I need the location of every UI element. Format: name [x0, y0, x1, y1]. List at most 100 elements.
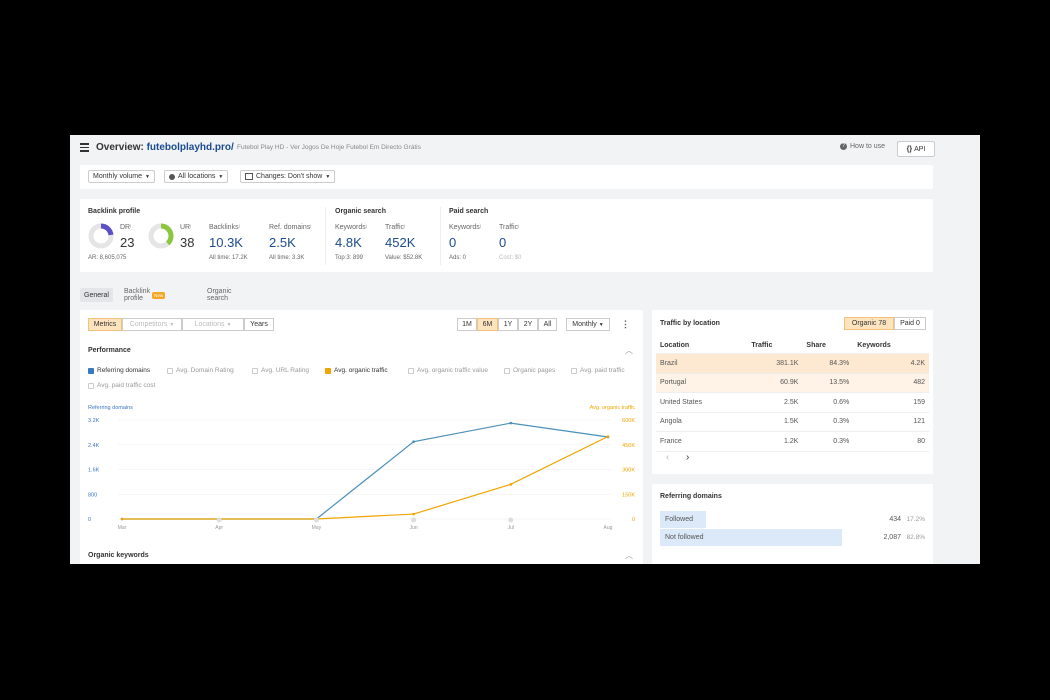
new-badge: New [152, 291, 166, 299]
organic-keywords-value[interactable]: 4.8K [335, 235, 362, 250]
checkbox-box-icon [88, 367, 94, 374]
organic-traffic-value[interactable]: 452K [385, 235, 415, 250]
checkbox-box-icon [167, 367, 173, 374]
volume-dropdown[interactable]: Monthly volume ▼ [88, 170, 155, 183]
page-title: Overview: futebolplayhd.pro/ [96, 142, 234, 153]
cell-keywords: 80 [853, 431, 929, 452]
paid-ads: Ads: 0 [449, 255, 467, 261]
organic-top3: Top 3: 899 [335, 255, 364, 261]
target-domain[interactable]: futebolplayhd.pro/ [147, 142, 234, 153]
table-row[interactable]: Brazil 381.1K 84.3% 4.2K [656, 353, 929, 374]
caret-down-icon: ▼ [325, 173, 331, 180]
checkbox-box-icon [504, 367, 510, 374]
checkbox-avg-url-rating[interactable]: Avg. URL Rating [252, 367, 309, 374]
tab-backlink-profile[interactable]: Backlink profile New [120, 288, 169, 302]
data-point [509, 483, 513, 486]
how-to-use-link[interactable]: ? How to use [840, 143, 885, 150]
location-table: Location Traffic Share Keywords Brazil 38… [656, 337, 929, 452]
competitors-dropdown[interactable]: Competitors ▼ [122, 318, 182, 331]
checkbox-label: Avg. URL Rating [261, 367, 310, 374]
checkbox-referring-domains[interactable]: Referring domains [88, 367, 150, 374]
table-row[interactable]: Angola 1.5K 0.3% 121 [656, 412, 929, 432]
checkbox-avg-paid-traffic-cost[interactable]: Avg. paid traffic cost [88, 382, 155, 389]
page-subtitle: Futebol Play HD - Ver Jogos De Hoje Fute… [237, 144, 421, 151]
prev-page-icon[interactable]: ‹ [666, 452, 669, 463]
referring-domains-panel: Referring domains Followed 434 17.2% Not fo… [652, 484, 933, 564]
tab-organic-search[interactable]: Organic search [203, 288, 236, 302]
chart-toolbar-left: Metrics Competitors ▼ Locations ▼ Years [88, 318, 274, 331]
paid-keywords-label: Keywordsi [449, 224, 481, 231]
cell-traffic: 381.1K [747, 353, 803, 374]
cell-traffic: 60.9K [747, 373, 803, 393]
checkbox-avg-organic-traffic[interactable]: Avg. organic traffic [325, 367, 388, 374]
refdomains-value[interactable]: 2.5K [269, 235, 296, 250]
col-traffic[interactable]: Traffic [747, 337, 803, 354]
col-share[interactable]: Share [802, 337, 854, 354]
x-tick-label: Jun [410, 525, 418, 531]
cell-traffic: 1.5K [747, 412, 803, 432]
table-row[interactable]: Portugal 60.9K 13.5% 482 [656, 373, 929, 393]
refdomains-label: Not followed [665, 534, 704, 541]
interval-dropdown[interactable]: Monthly ▼ [566, 318, 610, 331]
metrics-button[interactable]: Metrics [88, 318, 122, 331]
right-tick-label: 300K [622, 468, 635, 474]
dr-value: 23 [120, 235, 135, 250]
range-all[interactable]: All [538, 318, 557, 331]
calendar-icon [245, 173, 253, 180]
checkbox-avg-paid-traffic[interactable]: Avg. paid traffic [571, 367, 625, 374]
table-header-row: Location Traffic Share Keywords [656, 337, 929, 354]
backlinks-value[interactable]: 10.3K [209, 235, 243, 250]
organic-keywords-label: Keywordsi [335, 224, 367, 231]
locations-dropdown[interactable]: All locations ▼ [164, 170, 229, 183]
range-1y[interactable]: 1Y [498, 318, 518, 331]
annotation-marker [411, 517, 417, 523]
col-keywords[interactable]: Keywords [853, 337, 929, 354]
series-line-avg-organic-traffic [122, 435, 609, 520]
next-page-icon[interactable]: › [686, 452, 689, 463]
paid-tab[interactable]: Paid 0 [894, 317, 926, 330]
volume-label: Monthly volume [93, 173, 143, 180]
tab-general[interactable]: General [80, 288, 113, 302]
checkbox-avg-domain-rating[interactable]: Avg. Domain Rating [167, 367, 234, 374]
cell-location: France [656, 431, 748, 452]
refdomains-row[interactable]: Followed 434 17.2% [660, 511, 925, 528]
organic-tab[interactable]: Organic 78 [844, 317, 894, 330]
refdomains-row[interactable]: Not followed 2,087 82.8% [660, 529, 925, 546]
menu-icon[interactable] [80, 143, 89, 154]
checkbox-label: Avg. organic traffic [334, 367, 388, 374]
ur-value: 38 [180, 235, 195, 250]
annotation-marker [216, 517, 222, 523]
collapse-chevron-icon[interactable]: ︿ [625, 345, 633, 356]
paid-traffic-value[interactable]: 0 [499, 235, 506, 250]
ur-donut-chart [148, 223, 174, 249]
right-tick-label: 150K [622, 492, 635, 498]
cell-location: Brazil [656, 353, 748, 374]
paid-keywords-value[interactable]: 0 [449, 235, 456, 250]
range-6m[interactable]: 6M [477, 318, 498, 331]
table-row[interactable]: France 1.2K 0.3% 80 [656, 431, 929, 452]
dr-donut-chart [88, 223, 114, 249]
cell-location: Angola [656, 412, 748, 432]
years-button[interactable]: Years [244, 318, 274, 331]
table-row[interactable]: United States 2.5K 0.6% 159 [656, 392, 929, 413]
api-button[interactable]: {} API [897, 141, 935, 157]
cell-location: United States [656, 392, 748, 413]
range-2y[interactable]: 2Y [518, 318, 538, 331]
left-tick-label: 2.4K [88, 443, 100, 449]
checkbox-box-icon [571, 367, 577, 374]
tab-backlink-profile-label: Backlink profile [124, 288, 151, 302]
cell-keywords: 159 [853, 392, 929, 413]
checkbox-avg-organic-traffic-value[interactable]: Avg. organic traffic value [408, 367, 488, 374]
cell-location: Portugal [656, 373, 748, 393]
title-prefix: Overview: [96, 142, 147, 153]
refdomains-pct: 82.8% [906, 534, 925, 541]
locations-toggle[interactable]: Locations ▼ [182, 318, 244, 331]
more-options-icon[interactable]: ⋮ [621, 319, 630, 330]
changes-dropdown[interactable]: Changes: Don't show ▼ [240, 170, 336, 183]
collapse-chevron-icon[interactable]: ︿ [625, 550, 633, 561]
range-1m[interactable]: 1M [457, 318, 477, 331]
checkbox-organic-pages[interactable]: Organic pages [504, 367, 555, 374]
ar-value: AR: 8,605,075 [88, 255, 127, 261]
col-location[interactable]: Location [656, 337, 748, 354]
refdomains-pct: 17.2% [906, 516, 925, 523]
